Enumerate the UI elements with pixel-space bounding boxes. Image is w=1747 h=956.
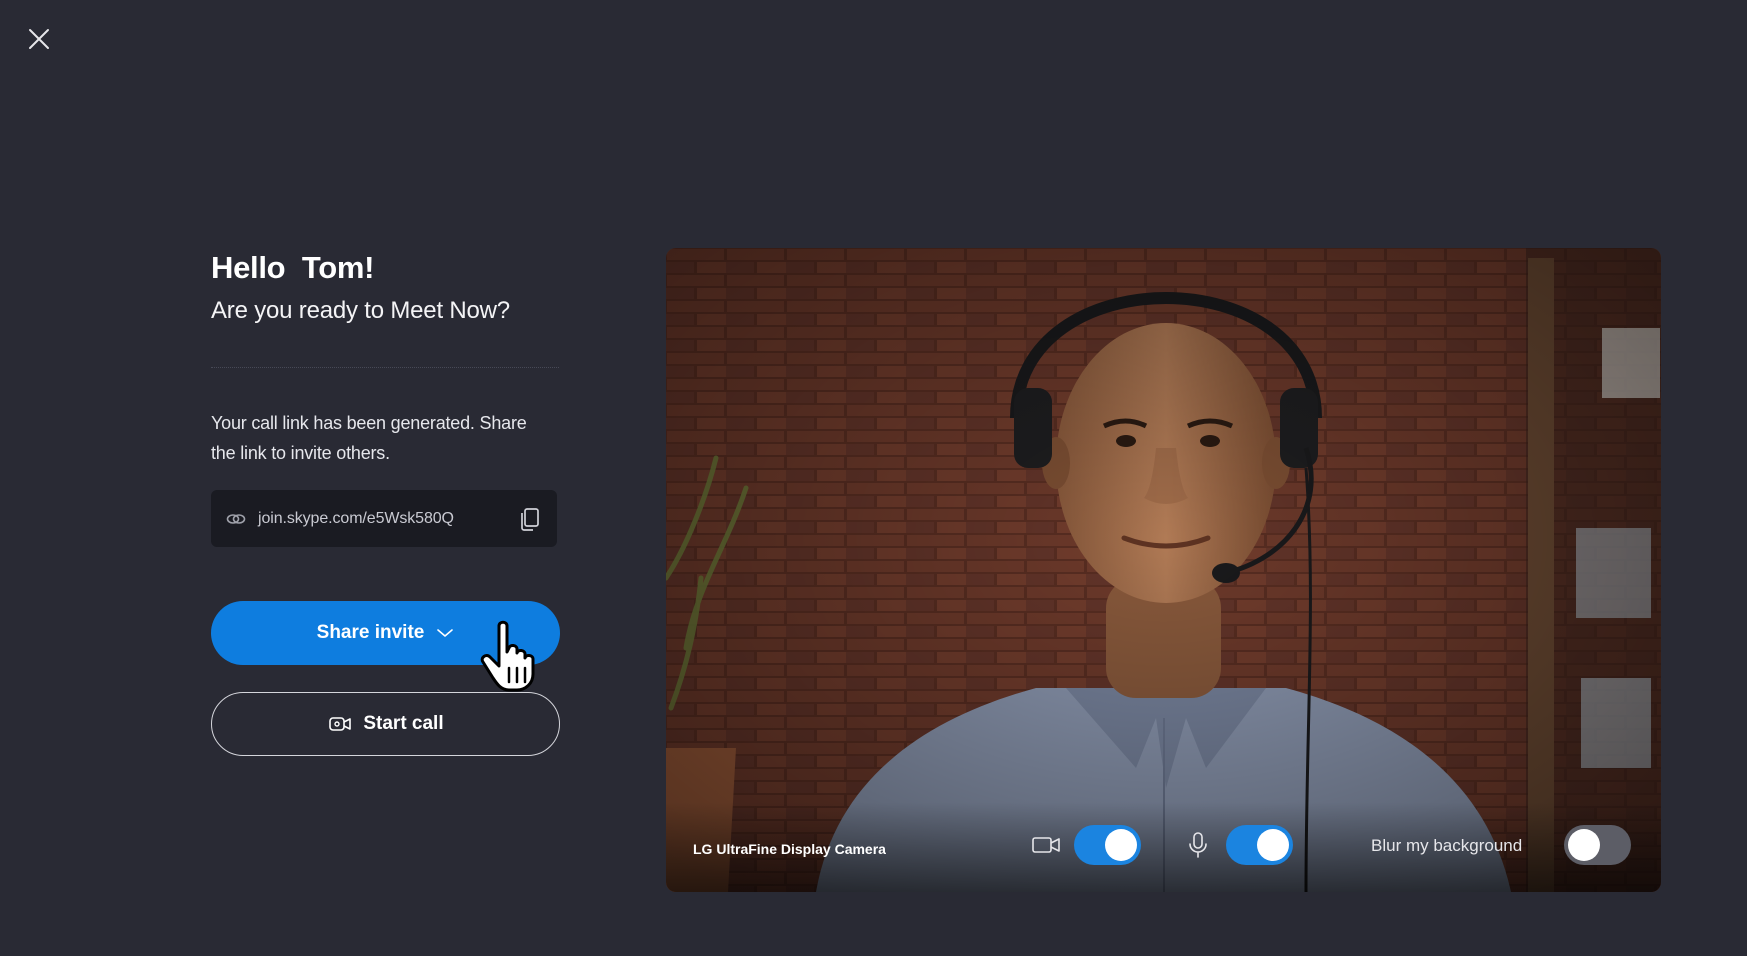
chevron-down-icon xyxy=(436,627,454,639)
start-call-button[interactable]: Start call xyxy=(211,692,560,756)
microphone-toggle[interactable] xyxy=(1226,825,1293,865)
camera-icon xyxy=(1031,832,1061,858)
greeting-title: Hello Tom! xyxy=(211,250,375,285)
toggle-knob xyxy=(1257,829,1289,861)
camera-feed-image xyxy=(666,248,1661,892)
meet-now-subtitle: Are you ready to Meet Now? xyxy=(211,297,510,324)
start-call-label: Start call xyxy=(363,713,444,734)
close-icon xyxy=(29,29,49,49)
toggle-knob xyxy=(1568,829,1600,861)
microphone-icon xyxy=(1183,832,1213,858)
divider xyxy=(211,367,559,368)
call-link-url[interactable]: join.skype.com/e5Wsk580Q xyxy=(258,510,515,528)
meet-now-screen: Hello Tom! Are you ready to Meet Now? Yo… xyxy=(0,0,1747,956)
copy-link-button[interactable] xyxy=(515,504,545,534)
call-link-info-line-2: the link to invite others. xyxy=(211,443,390,463)
toggle-knob xyxy=(1105,829,1137,861)
camera-device-name[interactable]: LG UltraFine Display Camera xyxy=(693,841,886,857)
close-button[interactable] xyxy=(22,22,56,56)
video-toggle[interactable] xyxy=(1074,825,1141,865)
blur-background-toggle[interactable] xyxy=(1564,825,1631,865)
call-link-info-line-1: Your call link has been generated. Share xyxy=(211,413,527,433)
call-link-box[interactable]: join.skype.com/e5Wsk580Q xyxy=(211,490,557,547)
meet-now-panel: Hello Tom! Are you ready to Meet Now? Yo… xyxy=(211,248,561,756)
link-icon xyxy=(226,513,246,524)
share-invite-label: Share invite xyxy=(316,622,425,643)
camera-controls-bar: LG UltraFine Display Camera Blur my back… xyxy=(666,802,1661,892)
blur-background-label: Blur my background xyxy=(1371,836,1523,855)
call-link-info: Your call link has been generated. Share… xyxy=(211,408,561,468)
copy-icon xyxy=(521,507,539,531)
video-call-icon xyxy=(327,713,353,735)
share-invite-button[interactable]: Share invite xyxy=(211,601,560,665)
camera-preview: LG UltraFine Display Camera Blur my back… xyxy=(666,248,1661,892)
